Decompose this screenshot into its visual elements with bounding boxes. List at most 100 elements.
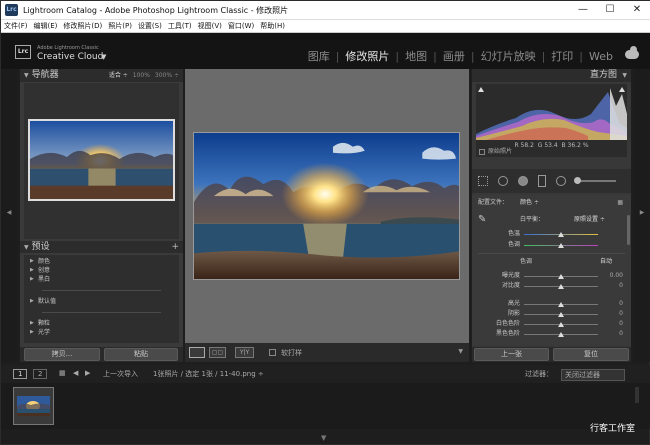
- presets-title: 预设: [31, 242, 50, 252]
- exposure-slider[interactable]: [524, 274, 598, 279]
- module-develop[interactable]: 修改照片: [339, 48, 395, 64]
- filmstrip-scrollbar[interactable]: [635, 387, 639, 403]
- grid-view-icon[interactable]: ▦: [59, 369, 66, 377]
- softproof-checkbox[interactable]: [269, 349, 276, 356]
- close-button[interactable]: ✕: [627, 3, 647, 17]
- source-label[interactable]: 上一次导入: [103, 369, 138, 379]
- cloud-icon[interactable]: [625, 46, 639, 59]
- zoom-300[interactable]: 300% ÷: [155, 72, 179, 79]
- page-2-button[interactable]: 2: [33, 369, 48, 379]
- module-library[interactable]: 图库: [302, 48, 336, 64]
- contrast-row[interactable]: 对比度 0: [472, 281, 631, 291]
- filter-select[interactable]: 关闭过滤器: [561, 369, 625, 381]
- preset-group[interactable]: ▶ 默认值: [24, 297, 179, 306]
- shadows-slider[interactable]: [524, 312, 598, 317]
- profile-select[interactable]: 颜色 ÷: [520, 198, 539, 208]
- main-canvas[interactable]: [185, 69, 469, 343]
- blacks-slider[interactable]: [524, 332, 598, 337]
- toolbar-menu-icon[interactable]: ▼: [458, 348, 463, 355]
- g-value: 53.4: [544, 142, 558, 149]
- copy-button[interactable]: 拷贝...: [24, 348, 100, 361]
- chevron-down-icon[interactable]: ▼: [101, 53, 106, 61]
- highlights-slider[interactable]: [524, 302, 598, 307]
- whites-row[interactable]: 白色色阶 0: [472, 319, 631, 329]
- module-print[interactable]: 打印: [545, 48, 579, 64]
- page-1-button[interactable]: 1: [13, 369, 28, 379]
- menu-photo[interactable]: 照片(P): [105, 20, 135, 32]
- paste-button[interactable]: 粘贴: [104, 348, 178, 361]
- histogram[interactable]: R 58.2 G 53.4 B 36.2 % 原始照片: [476, 84, 627, 157]
- menu-settings[interactable]: 设置(S): [135, 20, 165, 32]
- wb-select[interactable]: 原照设置 ÷: [574, 215, 605, 225]
- previous-button[interactable]: 上一张: [474, 348, 549, 361]
- reset-button[interactable]: 复位: [553, 348, 629, 361]
- left-panel-toggle[interactable]: ◀: [1, 69, 17, 362]
- module-map[interactable]: 地图: [399, 48, 433, 64]
- menu-view[interactable]: 视图(V): [195, 20, 225, 32]
- histogram-header[interactable]: 直方图 ▼: [472, 69, 631, 82]
- navigator-header[interactable]: ▼ 导航器 适合 ÷ 100% 300% ÷: [20, 69, 183, 82]
- shadows-row[interactable]: 阴影 0: [472, 309, 631, 319]
- menu-window[interactable]: 窗口(W): [225, 20, 257, 32]
- menu-edit[interactable]: 编辑(E): [31, 20, 61, 32]
- checkbox[interactable]: [479, 148, 485, 155]
- preset-group[interactable]: ▶ 颜色: [24, 257, 179, 266]
- filmstrip-thumbnail[interactable]: [13, 387, 54, 425]
- before-after-icon[interactable]: ▢▢: [209, 347, 226, 358]
- module-web[interactable]: Web: [583, 50, 619, 63]
- develop-toolbar: ▢▢ Y|Y 软打样 ▼: [185, 343, 469, 362]
- brush-icon[interactable]: [576, 180, 616, 182]
- menu-help[interactable]: 帮助(H): [257, 20, 288, 32]
- chevron-left-icon: ◀: [6, 209, 12, 216]
- profile-row[interactable]: 配置文件： 颜色 ÷ ▦: [472, 198, 631, 208]
- menu-file[interactable]: 文件(F): [1, 20, 31, 32]
- presets-header[interactable]: ▼ 预设 +: [20, 241, 183, 253]
- preset-group[interactable]: ▶ 创意: [24, 266, 179, 275]
- exposure-row[interactable]: 曝光度 0.00: [472, 271, 631, 281]
- original-photo-toggle[interactable]: 原始照片: [479, 146, 512, 155]
- forward-arrow-icon[interactable]: ▶: [85, 369, 90, 377]
- white-balance-row[interactable]: ✎ 白平衡： 原照设置 ÷: [472, 215, 631, 225]
- panel-scrollbar[interactable]: [627, 215, 630, 245]
- chevron-down-icon[interactable]: ▼: [321, 434, 326, 442]
- left-panel-buttons: 拷贝... 粘贴: [20, 347, 183, 362]
- loupe-view-icon[interactable]: [189, 347, 205, 358]
- back-arrow-icon[interactable]: ◀: [73, 369, 78, 377]
- blacks-row[interactable]: 黑色色阶 0: [472, 329, 631, 339]
- temp-slider-row[interactable]: 色温: [472, 229, 631, 239]
- add-preset-button[interactable]: +: [171, 241, 179, 253]
- graduated-filter-icon[interactable]: [538, 175, 546, 187]
- eyedropper-icon[interactable]: ✎: [478, 215, 486, 225]
- tint-slider-row[interactable]: 色调: [472, 240, 631, 250]
- divider: [42, 290, 161, 291]
- preset-group[interactable]: ▶ 黑白: [24, 275, 179, 284]
- crop-icon[interactable]: [478, 176, 488, 186]
- radial-filter-icon[interactable]: [556, 176, 566, 186]
- whites-slider[interactable]: [524, 322, 598, 327]
- brush-handle[interactable]: [574, 177, 581, 184]
- before-after-toggle[interactable]: Y|Y: [235, 347, 254, 358]
- menu-develop[interactable]: 修改照片(D): [60, 20, 105, 32]
- maximize-button[interactable]: ☐: [600, 3, 620, 17]
- navigator-thumbnail[interactable]: [28, 119, 175, 201]
- tint-slider[interactable]: [524, 243, 598, 248]
- grid-icon[interactable]: ▦: [617, 198, 623, 208]
- zoom-100[interactable]: 100%: [133, 72, 150, 79]
- spot-removal-icon[interactable]: [498, 176, 508, 186]
- minimize-button[interactable]: —: [573, 3, 593, 17]
- auto-tone-button[interactable]: 自动: [600, 257, 612, 267]
- menu-tools[interactable]: 工具(T): [165, 20, 195, 32]
- lightroom-window: Lrc Lightroom Catalog - Adobe Photoshop …: [0, 0, 650, 445]
- temp-slider[interactable]: [524, 232, 598, 237]
- module-slideshow[interactable]: 幻灯片放映: [475, 48, 542, 64]
- zoom-fit[interactable]: 适合 ÷: [109, 72, 128, 79]
- navigator-preview[interactable]: [24, 83, 179, 239]
- contrast-slider[interactable]: [524, 284, 598, 289]
- module-book[interactable]: 画册: [437, 48, 471, 64]
- red-eye-icon[interactable]: [518, 176, 528, 186]
- preset-group[interactable]: ▶ 光学: [24, 328, 179, 337]
- right-panel-toggle[interactable]: ▶: [634, 69, 650, 362]
- preset-group[interactable]: ▶ 颗粒: [24, 319, 179, 328]
- highlights-row[interactable]: 高光 0: [472, 299, 631, 309]
- main-photo[interactable]: [193, 132, 460, 280]
